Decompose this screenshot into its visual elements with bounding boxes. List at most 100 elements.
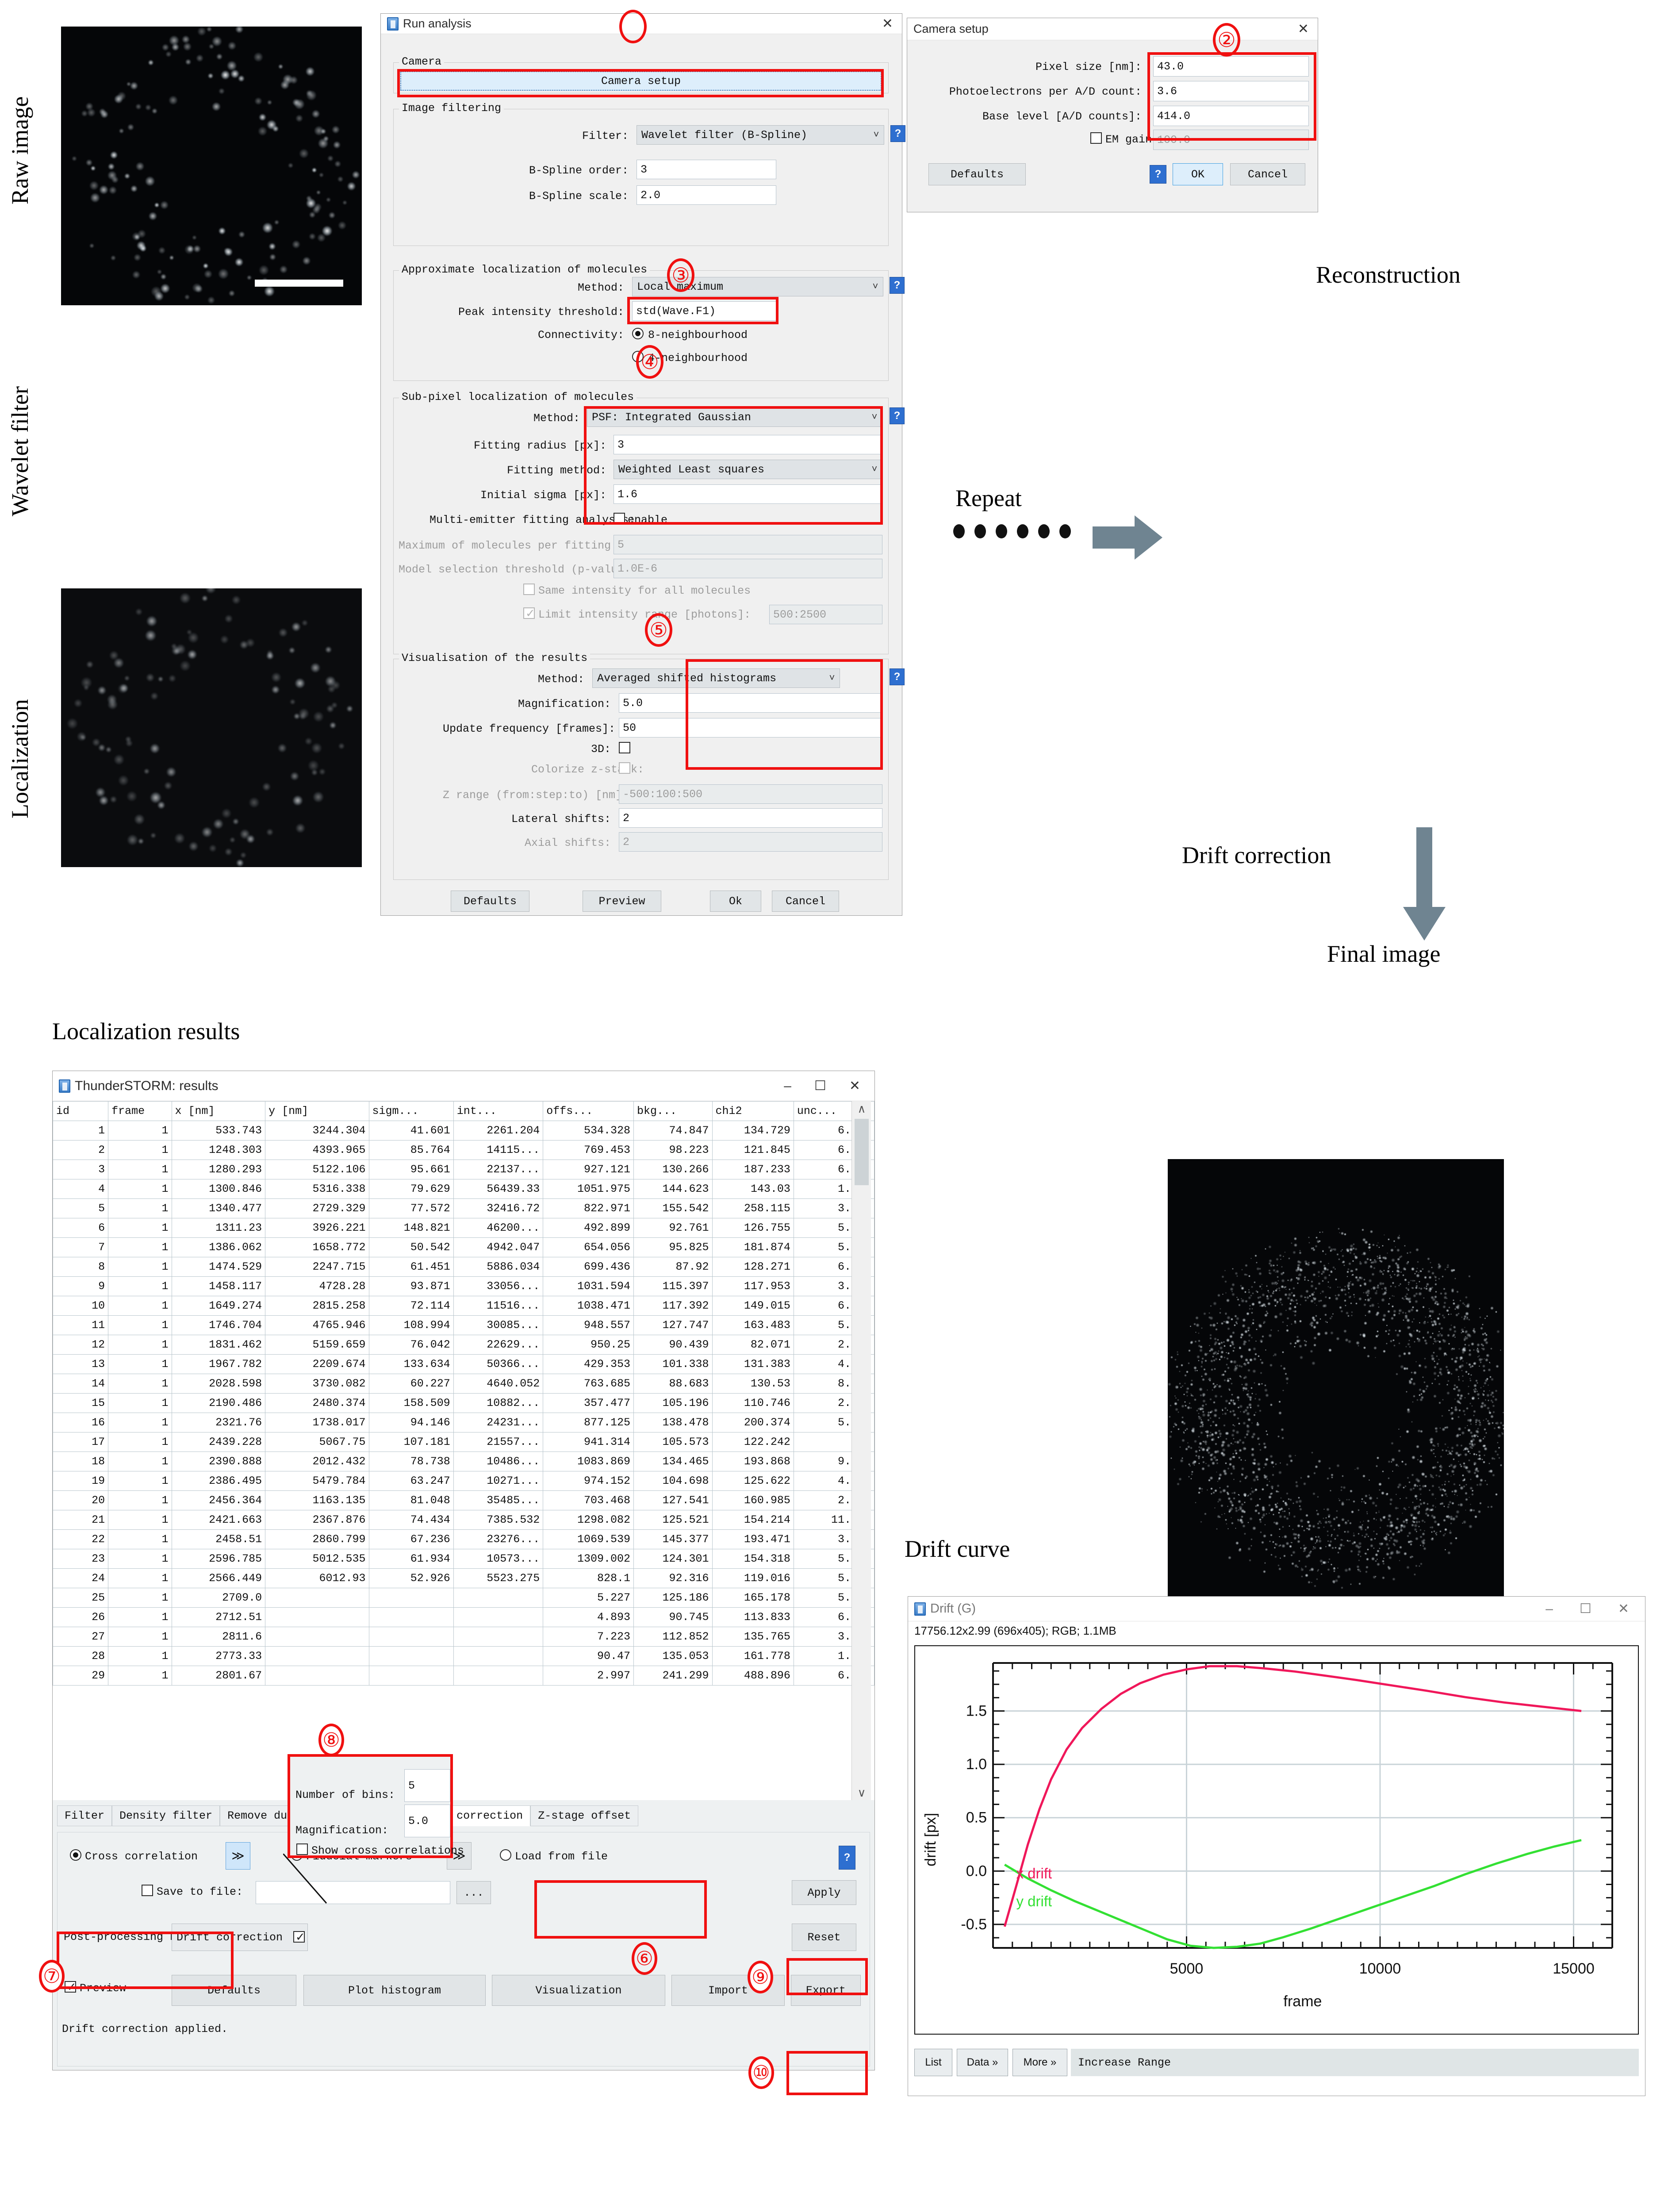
close-icon[interactable]: ✕: [1298, 22, 1309, 36]
table-row[interactable]: 15 1 2190.486 2480.374 158.509 10882... 357.47…: [53, 1393, 874, 1413]
pixel-size-input[interactable]: 43.0: [1153, 56, 1309, 77]
initial-sigma-input[interactable]: 1.6: [614, 484, 882, 504]
table-row[interactable]: 2 1 1248.303 4393.965 85.764 14115... 769.453 9…: [53, 1140, 874, 1160]
minimize-icon[interactable]: –: [1545, 1602, 1553, 1616]
colorize-checkbox[interactable]: [619, 762, 630, 774]
cc-popup[interactable]: Number of bins: 5 Magnification: 5.0 Sho…: [288, 1754, 464, 1858]
run-analysis-dialog[interactable]: Run analysis ✕ Camera Camera setup Image…: [380, 13, 905, 916]
results-table-container[interactable]: id frame x [nm] y [nm] sigm... int... offs... b…: [53, 1101, 874, 1800]
column-header-6[interactable]: offs...: [543, 1101, 634, 1121]
table-row[interactable]: 1 1 533.743 3244.304 41.601 2261.204 534.328 74…: [53, 1121, 874, 1141]
results-table-scrollbar[interactable]: ∧ ∨: [851, 1101, 871, 1800]
maximize-icon[interactable]: ☐: [1580, 1602, 1591, 1616]
table-row[interactable]: 2812773.3390.47135.053161.7781.934: [53, 1646, 874, 1666]
fitting-method-select[interactable]: Weighted Least squares ˅: [614, 460, 882, 479]
multi-emitter-checkbox[interactable]: [614, 513, 625, 524]
bspline-order-input[interactable]: 3: [637, 160, 776, 179]
browse-button[interactable]: ...: [456, 1881, 491, 1904]
close-icon[interactable]: ✕: [849, 1079, 860, 1093]
close-icon[interactable]: ✕: [882, 17, 893, 31]
camera-setup-defaults-button[interactable]: Defaults: [928, 163, 1026, 185]
column-header-7[interactable]: bkg...: [633, 1101, 713, 1121]
subpixel-help-button[interactable]: ?: [890, 407, 905, 424]
table-row[interactable]: 24 1 2566.449 6012.93 52.926 5523.275 828.1 92.…: [53, 1568, 874, 1588]
reset-button[interactable]: Reset: [792, 1924, 856, 1951]
approx-help-button[interactable]: ?: [890, 277, 905, 294]
column-header-0[interactable]: id: [53, 1101, 109, 1121]
max-molecules-input[interactable]: 5: [614, 535, 882, 554]
table-row[interactable]: 5 1 1340.477 2729.329 77.572 32416.72 822.971 1…: [53, 1198, 874, 1218]
results-table[interactable]: id frame x [nm] y [nm] sigm... int... offs... b…: [53, 1101, 874, 1686]
lateral-shifts-input[interactable]: 2: [619, 808, 882, 828]
camera-setup-dialog[interactable]: Camera setup ✕ Pixel size [nm]: 43.0 Pho…: [907, 18, 1318, 212]
postprocessing-history-select[interactable]: Drift correction ✓: [172, 1924, 308, 1951]
column-header-2[interactable]: x [nm]: [171, 1101, 266, 1121]
subpixel-method-select[interactable]: PSF: Integrated Gaussian ˅: [587, 407, 882, 427]
number-of-bins-input[interactable]: 5: [404, 1769, 450, 1802]
drift-window[interactable]: Drift (G) – ☐ ✕ 17756.12x2.99 (696x405);…: [908, 1596, 1645, 2096]
table-row[interactable]: 6 1 1311.23 3926.221 148.821 46200... 492.899 9…: [53, 1218, 874, 1238]
drift-help-button[interactable]: ?: [839, 1846, 855, 1870]
plot-histogram-button[interactable]: Plot histogram: [303, 1975, 486, 2006]
em-gain-checkbox[interactable]: [1090, 132, 1102, 144]
table-row[interactable]: 21 1 2421.663 2367.876 74.434 7385.532 1298.08…: [53, 1510, 874, 1530]
limit-intensity-input[interactable]: 500:2500: [769, 605, 882, 624]
results-defaults-button[interactable]: Defaults: [172, 1975, 296, 2006]
table-row[interactable]: 18 1 2390.888 2012.432 78.738 10486... 1083.86…: [53, 1452, 874, 1471]
table-row[interactable]: 10 1 1649.274 2815.258 72.114 11516... 1038.47…: [53, 1296, 874, 1316]
tab-density-filter[interactable]: Density filter: [112, 1805, 220, 1826]
table-row[interactable]: 9 1 1458.117 4728.28 93.871 33056... 1031.594 1…: [53, 1276, 874, 1296]
camera-setup-ok-button[interactable]: OK: [1173, 163, 1223, 185]
same-intensity-checkbox[interactable]: [523, 584, 535, 595]
table-row[interactable]: 23 1 2596.785 5012.535 61.934 10573... 1309.00…: [53, 1549, 874, 1569]
visualization-button[interactable]: Visualization: [492, 1975, 665, 2006]
peak-threshold-input[interactable]: std(Wave.F1): [632, 301, 778, 321]
magnification-input[interactable]: 5.0: [619, 693, 882, 713]
drift-more-button[interactable]: More »: [1012, 2049, 1067, 2076]
table-row[interactable]: 22 1 2458.51 2860.799 67.236 23276... 1069.539…: [53, 1529, 874, 1549]
table-row[interactable]: 7 1 1386.062 1658.772 50.542 4942.047 654.056 9…: [53, 1237, 874, 1257]
update-frequency-input[interactable]: 50: [619, 718, 882, 737]
column-header-4[interactable]: sigm...: [368, 1101, 454, 1121]
table-row[interactable]: 2512709.05.227125.186165.1785.977: [53, 1588, 874, 1608]
fitting-radius-input[interactable]: 3: [614, 435, 882, 454]
table-row[interactable]: 11 1 1746.704 4765.946 108.994 30085... 948.55…: [53, 1315, 874, 1335]
model-threshold-input[interactable]: 1.0E-6: [614, 559, 882, 578]
save-to-file-checkbox[interactable]: [142, 1885, 153, 1896]
zrange-input[interactable]: -500:100:500: [619, 784, 882, 804]
run-analysis-ok-button[interactable]: Ok: [710, 891, 761, 912]
maximize-icon[interactable]: ☐: [814, 1079, 826, 1093]
filter-help-button[interactable]: ?: [890, 125, 905, 142]
minimize-icon[interactable]: –: [784, 1079, 791, 1093]
preview-checkbox[interactable]: ✓: [65, 1980, 77, 1993]
cross-correlation-expand-button[interactable]: ≫: [226, 1842, 250, 1870]
em-gain-input[interactable]: 100.0: [1153, 130, 1309, 150]
apply-button[interactable]: Apply: [792, 1880, 856, 1905]
bspline-scale-input[interactable]: 2.0: [637, 185, 776, 205]
table-row[interactable]: 14 1 2028.598 3730.082 60.227 4640.052 763.685…: [53, 1374, 874, 1394]
table-row[interactable]: 20 1 2456.364 1163.135 81.048 35485... 703.468…: [53, 1490, 874, 1510]
table-row[interactable]: 19 1 2386.495 5479.784 63.247 10271... 974.152…: [53, 1471, 874, 1491]
camera-setup-help-button[interactable]: ?: [1150, 165, 1166, 184]
scroll-thumb[interactable]: [855, 1119, 869, 1185]
drift-list-button[interactable]: List: [914, 2049, 952, 2076]
visualisation-method-select[interactable]: Averaged shifted histograms ˅: [592, 668, 840, 688]
filter-select[interactable]: Wavelet filter (B-Spline) ˅: [637, 125, 884, 145]
limit-intensity-checkbox[interactable]: ✓: [523, 607, 535, 620]
history-checkbox[interactable]: ✓: [293, 1930, 305, 1943]
threeD-checkbox[interactable]: [619, 742, 630, 753]
cross-correlation-radio[interactable]: [70, 1849, 81, 1861]
table-row[interactable]: 4 1 1300.846 5316.338 79.629 56439.33 1051.975…: [53, 1179, 874, 1199]
table-row[interactable]: 17 1 2439.228 5067.75 107.181 21557... 941.314…: [53, 1432, 874, 1452]
camera-setup-button[interactable]: Camera setup: [400, 71, 882, 91]
column-header-8[interactable]: chi2: [712, 1101, 794, 1121]
camera-setup-cancel-button[interactable]: Cancel: [1230, 163, 1305, 185]
tab-z-stage-offset[interactable]: Z-stage offset: [530, 1805, 639, 1826]
drift-data-button[interactable]: Data »: [957, 2049, 1008, 2076]
table-row[interactable]: 8 1 1474.529 2247.715 61.451 5886.034 699.436 8…: [53, 1257, 874, 1277]
visualisation-help-button[interactable]: ?: [890, 668, 905, 685]
table-row[interactable]: 16 1 2321.76 1738.017 94.146 24231... 877.125 1…: [53, 1413, 874, 1432]
export-button[interactable]: Export: [791, 1975, 861, 2006]
column-header-5[interactable]: int...: [453, 1101, 544, 1121]
connectivity-8-radio[interactable]: [632, 328, 644, 339]
